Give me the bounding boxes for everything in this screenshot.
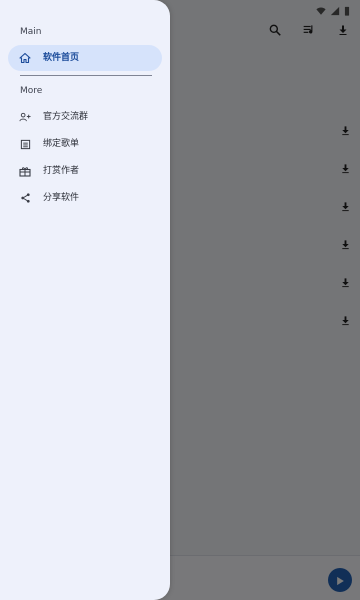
drawer-item-label: 官方交流群	[43, 112, 89, 122]
drawer-item-label: 软件首页	[43, 53, 80, 63]
home-icon	[19, 52, 31, 64]
drawer-item-label: 分享软件	[43, 193, 80, 203]
navigation-drawer: Main 软件首页 More 官方交流群 绑定歌单 打赏作者 分享软件	[0, 0, 170, 600]
drawer-item-share-app[interactable]: 分享软件	[8, 185, 162, 211]
section-title-more: More	[20, 86, 43, 96]
list-icon	[19, 138, 31, 150]
section-title-main: Main	[20, 27, 42, 37]
drawer-item-label: 打赏作者	[43, 166, 80, 176]
group-add-icon	[19, 111, 31, 123]
drawer-item-bind-playlist[interactable]: 绑定歌单	[8, 131, 162, 157]
drawer-item-tip-author[interactable]: 打赏作者	[8, 158, 162, 184]
drawer-item-official-group[interactable]: 官方交流群	[8, 104, 162, 130]
drawer-divider	[20, 75, 152, 76]
share-icon	[19, 192, 31, 204]
drawer-item-label: 绑定歌单	[43, 139, 80, 149]
drawer-item-home[interactable]: 软件首页	[8, 45, 162, 71]
gift-icon	[19, 165, 31, 177]
